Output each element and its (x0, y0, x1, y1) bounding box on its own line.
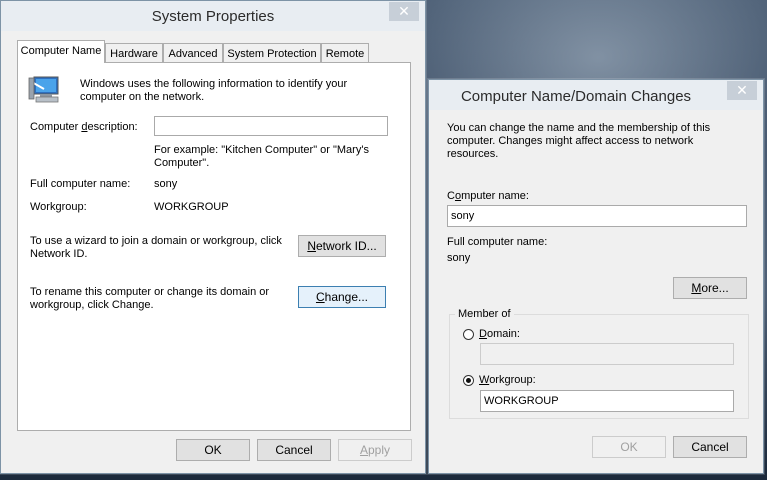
full-computer-name-label: Full computer name: (447, 236, 548, 248)
ok-button[interactable]: OK (176, 439, 250, 461)
computer-name-label: Computer name: (447, 190, 529, 202)
cancel-button[interactable]: Cancel (673, 436, 747, 458)
close-button[interactable]: ✕ (389, 2, 419, 21)
example-text: For example: "Kitchen Computer" or "Mary… (154, 144, 369, 169)
cancel-button[interactable]: Cancel (257, 439, 331, 461)
domain-radio[interactable] (463, 329, 474, 340)
computer-description-label: Computer description: (30, 121, 138, 133)
tab-hardware[interactable]: Hardware (105, 43, 163, 63)
domain-label: Domain: (479, 328, 520, 340)
tab-system-protection[interactable]: System Protection (223, 43, 321, 63)
domain-input[interactable] (480, 343, 734, 365)
change-button[interactable]: Change... (298, 286, 386, 308)
full-computer-name-value: sony (447, 252, 471, 264)
full-computer-name-label: Full computer name: (30, 178, 131, 190)
apply-button[interactable]: Apply (338, 439, 412, 461)
system-properties-titlebar[interactable]: System Properties ✕ (1, 1, 425, 31)
computer-name-input[interactable] (447, 205, 747, 227)
computer-icon (28, 76, 59, 103)
workgroup-radio[interactable] (463, 375, 474, 386)
workgroup-label: Workgroup: (30, 201, 87, 213)
window-title: Computer Name/Domain Changes (460, 88, 692, 105)
member-of-group: Member of Domain: Workgroup: (449, 308, 749, 419)
window-title: System Properties (151, 8, 275, 25)
workgroup-value: WORKGROUP (154, 201, 229, 213)
tab-advanced[interactable]: Advanced (163, 43, 223, 63)
workgroup-label: Workgroup: (479, 374, 536, 386)
domain-changes-titlebar[interactable]: Computer Name/Domain Changes ✕ (429, 80, 763, 110)
intro-text: You can change the name and the membersh… (447, 122, 711, 160)
more-button[interactable]: More... (673, 277, 747, 299)
tab-remote[interactable]: Remote (321, 43, 369, 63)
network-id-instructions: To use a wizard to join a domain or work… (30, 235, 282, 260)
tab-computer-name[interactable]: Computer Name (17, 40, 105, 63)
rename-instructions: To rename this computer or change its do… (30, 286, 270, 311)
computer-description-input[interactable] (154, 116, 388, 136)
computer-name-panel: Windows uses the following information t… (17, 62, 411, 431)
ok-button[interactable]: OK (592, 436, 666, 458)
network-id-button[interactable]: Network ID... (298, 235, 386, 257)
intro-text: Windows uses the following information t… (80, 78, 348, 103)
member-of-legend: Member of (455, 308, 514, 320)
workgroup-input[interactable] (480, 390, 734, 412)
system-properties-window: System Properties ✕ Computer Name Hardwa… (0, 0, 426, 474)
full-computer-name-value: sony (154, 178, 178, 190)
domain-changes-window: Computer Name/Domain Changes ✕ You can c… (428, 79, 764, 474)
close-button[interactable]: ✕ (727, 81, 757, 100)
